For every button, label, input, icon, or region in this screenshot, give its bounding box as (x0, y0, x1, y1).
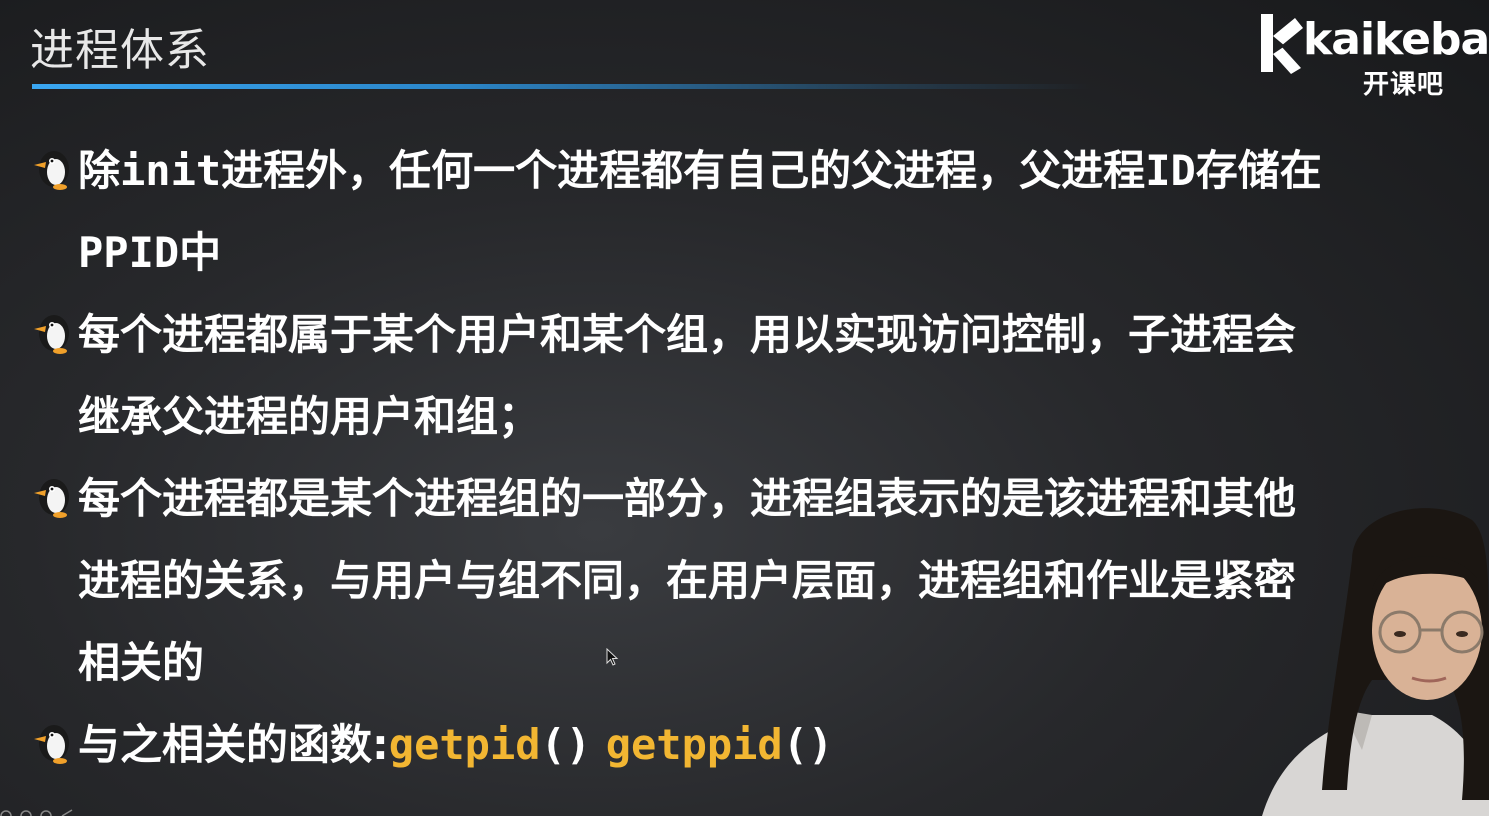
bullet-item-3: 每个进程都是某个进程组的一部分，进程组表示的是该进程和其他 进程的关系，与用户与… (30, 458, 1430, 704)
title-underline (32, 84, 1092, 89)
presenter-video (1262, 508, 1489, 816)
bullet-3-line-1: 每个进程都是某个进程组的一部分，进程组表示的是该进程和其他 (78, 474, 1297, 523)
penguin-icon (34, 315, 69, 354)
bullet-1-text-c: 存储在 (1195, 146, 1322, 195)
slide: 进程体系 kaikeba 开课吧 除init进程外，任何一个进程都有自己的父进程… (0, 0, 1489, 816)
logo-wordmark: kaikeba (1303, 14, 1489, 65)
logo-chinese: 开课吧 (1363, 70, 1445, 100)
func-getpid-parens: () (540, 720, 592, 769)
penguin-icon (34, 151, 69, 190)
kaikeba-logo: kaikeba 开课吧 (1255, 8, 1489, 100)
bullet-1-text-b: 进程外，任何一个进程都有自己的父进程，父进程 (221, 146, 1146, 195)
bullet-2-line-1: 每个进程都属于某个用户和某个组，用以实现访问控制，子进程会 (78, 310, 1297, 359)
slide-title: 进程体系 (30, 25, 210, 76)
bullet-item-4: 与之相关的函数:getpid() getppid() (30, 704, 1430, 786)
penguin-icon (34, 479, 69, 518)
bullet-item-2: 每个进程都属于某个用户和某个组，用以实现访问控制，子进程会 继承父进程的用户和组… (30, 294, 1430, 458)
bullet-3-line-3: 相关的 (78, 638, 205, 687)
bullet-1-init: init (120, 146, 222, 195)
bullet-1-text-d: 中 (179, 228, 222, 277)
bullet-item-1: 除init进程外，任何一个进程都有自己的父进程，父进程ID存储在 PPID中 (30, 130, 1430, 294)
bullet-list: 除init进程外，任何一个进程都有自己的父进程，父进程ID存储在 PPID中 每… (30, 130, 1430, 786)
bullet-1-text-a: 除 (78, 146, 121, 195)
penguin-icon (34, 725, 69, 764)
bullet-1-id: ID (1145, 146, 1196, 195)
bullet-4-label: 与之相关的函数: (78, 720, 389, 769)
mouse-cursor-icon (606, 648, 619, 666)
playback-controls[interactable] (0, 806, 90, 816)
func-getpid: getpid (388, 720, 541, 769)
bullet-2-line-2: 继承父进程的用户和组； (78, 392, 541, 441)
func-getppid: getppid (605, 720, 783, 769)
func-getppid-parens: () (782, 720, 834, 769)
kaikeba-logo-icon (1261, 14, 1303, 74)
bullet-3-line-2: 进程的关系，与用户与组不同，在用户层面，进程组和作业是紧密 (78, 556, 1297, 605)
bullet-1-ppid: PPID (78, 228, 180, 277)
